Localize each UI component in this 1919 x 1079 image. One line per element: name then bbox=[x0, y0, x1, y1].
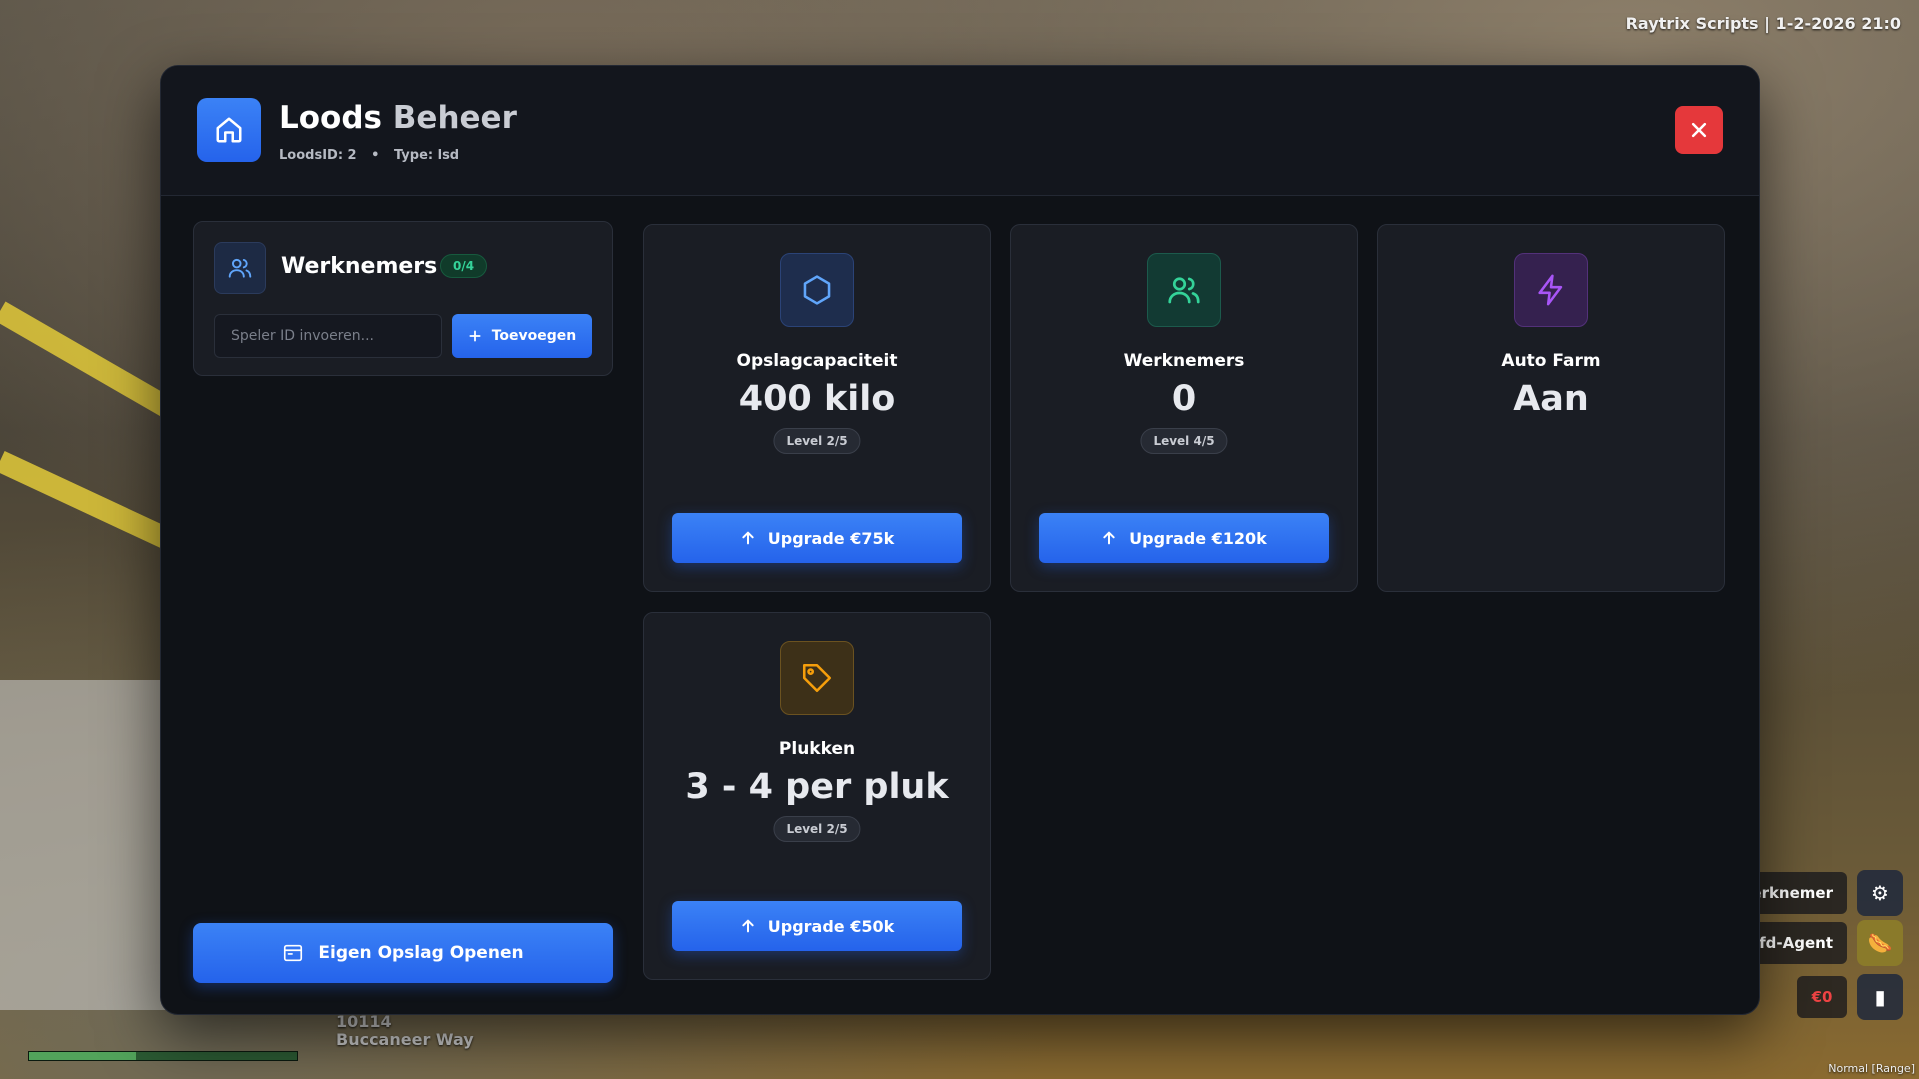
lightning-icon bbox=[1514, 253, 1588, 327]
hud-street-label: 10114 Buccaneer Way bbox=[336, 1013, 474, 1049]
close-icon bbox=[1691, 122, 1707, 138]
close-button[interactable] bbox=[1675, 106, 1723, 154]
upgrade-label: Upgrade €75k bbox=[767, 528, 895, 548]
loods-id: LoodsID: 2 bbox=[279, 148, 357, 163]
arrow-up-icon bbox=[1103, 531, 1115, 545]
arrow-up-icon bbox=[742, 531, 754, 545]
card-label: Opslagcapaciteit bbox=[736, 351, 898, 371]
hud-health-bar bbox=[28, 1051, 298, 1061]
level-badge: Level 2/5 bbox=[773, 428, 861, 454]
card-label: Werknemers bbox=[1123, 351, 1245, 371]
background-floor-tiles bbox=[0, 680, 170, 1010]
plus-icon bbox=[469, 330, 481, 342]
add-worker-button[interactable]: Toevoegen bbox=[452, 314, 592, 358]
player-id-input[interactable] bbox=[214, 314, 442, 358]
hud-money: €0 bbox=[1797, 976, 1847, 1018]
card-value: 400 kilo bbox=[738, 379, 896, 419]
hud-water-icon: ▮ bbox=[1857, 974, 1903, 1020]
storage-capacity-card: Opslagcapaciteit 400 kilo Level 2/5 Upgr… bbox=[643, 224, 991, 592]
level-badge: Level 4/5 bbox=[1140, 428, 1228, 454]
hexagon-icon bbox=[780, 253, 854, 327]
loods-type: Type: lsd bbox=[393, 148, 460, 163]
hud-street-name: Buccaneer Way bbox=[336, 1030, 474, 1049]
modal-subtitle: LoodsID: 2 • Type: lsd bbox=[279, 148, 459, 163]
tag-icon bbox=[780, 641, 854, 715]
card-value: Aan bbox=[1513, 379, 1589, 419]
arrow-up-icon bbox=[742, 919, 754, 933]
card-label: Auto Farm bbox=[1501, 351, 1601, 371]
card-label: Plukken bbox=[778, 739, 856, 759]
storage-icon bbox=[284, 944, 303, 962]
workers-count-badge: 0/4 bbox=[440, 254, 488, 278]
upgrade-storage-button[interactable]: Upgrade €75k bbox=[672, 513, 962, 563]
background-rail bbox=[0, 451, 186, 556]
workers-panel: Werknemers 0/4 Toevoegen bbox=[193, 221, 613, 376]
level-badge: Level 2/5 bbox=[773, 816, 861, 842]
add-worker-label: Toevoegen bbox=[491, 328, 577, 344]
users-icon bbox=[1147, 253, 1221, 327]
hud-voice-mode: Normal [Range] bbox=[1828, 1062, 1915, 1075]
picking-card: Plukken 3 - 4 per pluk Level 2/5 Upgrade… bbox=[643, 612, 991, 980]
upgrade-label: Upgrade €120k bbox=[1129, 528, 1267, 548]
upgrade-workers-button[interactable]: Upgrade €120k bbox=[1039, 513, 1329, 563]
home-icon bbox=[197, 98, 261, 162]
hud-street-number: 10114 bbox=[336, 1012, 392, 1031]
background-rail bbox=[0, 301, 179, 421]
users-icon bbox=[214, 242, 266, 294]
loods-beheer-modal: Loods Beheer LoodsID: 2 • Type: lsd Werk… bbox=[160, 65, 1760, 1015]
workers-panel-title: Werknemers bbox=[281, 254, 438, 279]
card-value: 0 bbox=[1171, 379, 1197, 419]
workers-card: Werknemers 0 Level 4/5 Upgrade €120k bbox=[1010, 224, 1358, 592]
hud-food-icon: 🌭 bbox=[1857, 920, 1903, 966]
modal-header: Loods Beheer LoodsID: 2 • Type: lsd bbox=[161, 66, 1759, 196]
open-storage-button[interactable]: Eigen Opslag Openen bbox=[193, 923, 613, 983]
open-storage-label: Eigen Opslag Openen bbox=[318, 943, 524, 963]
upgrade-label: Upgrade €50k bbox=[767, 916, 895, 936]
title-part-1: Loods bbox=[279, 100, 382, 136]
separator: • bbox=[371, 148, 380, 163]
card-value: 3 - 4 per pluk bbox=[685, 767, 949, 807]
upgrade-picking-button[interactable]: Upgrade €50k bbox=[672, 901, 962, 951]
title-part-2: Beheer bbox=[392, 100, 517, 136]
auto-farm-card: Auto Farm Aan bbox=[1377, 224, 1725, 592]
page-title: Loods Beheer bbox=[279, 100, 517, 136]
hud-server-time: Raytrix Scripts | 1-2-2026 21:0 bbox=[1625, 14, 1901, 33]
hud-job-icon: ⚙ bbox=[1857, 870, 1903, 916]
